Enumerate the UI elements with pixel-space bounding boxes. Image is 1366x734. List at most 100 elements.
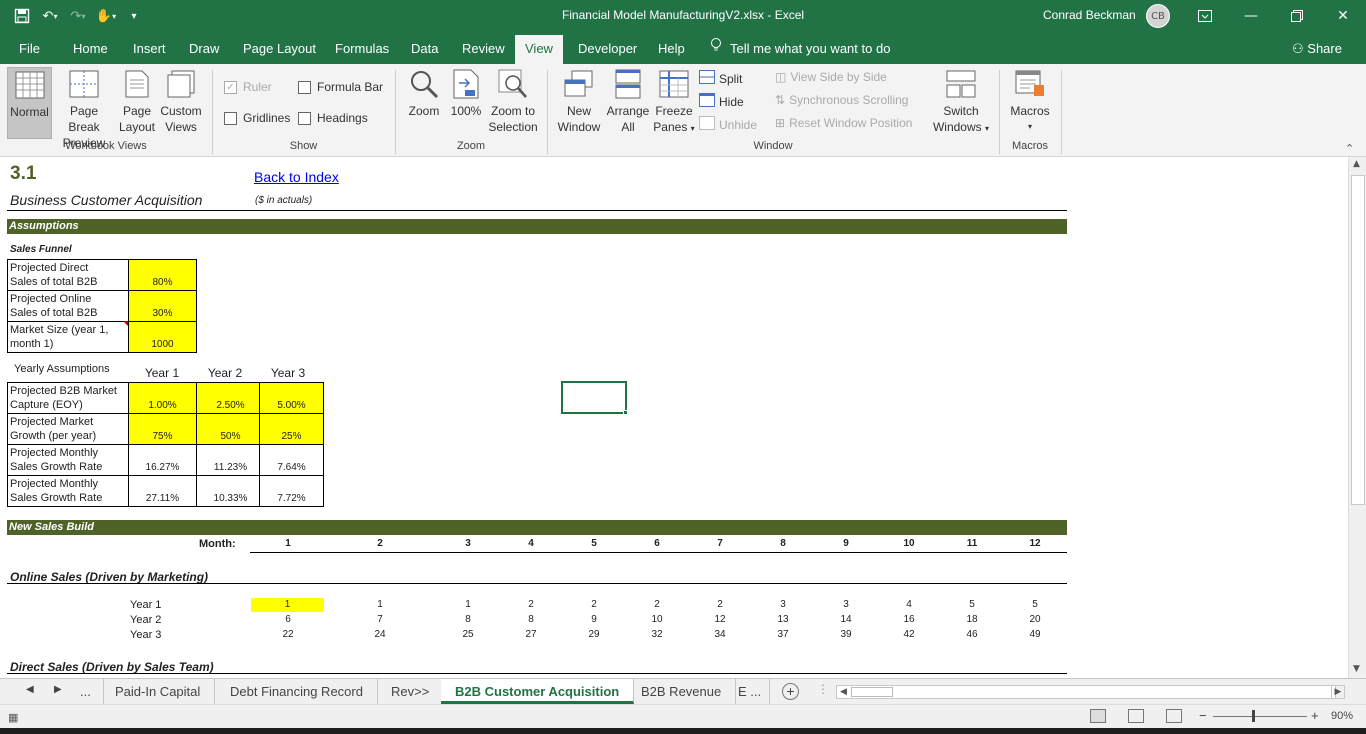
tell-me-search[interactable]: Tell me what you want to do	[710, 32, 890, 64]
yearly-value-cell[interactable]: 11.23%	[196, 444, 265, 476]
online-value-cell[interactable]: 46	[952, 629, 992, 640]
online-value-cell[interactable]: 25	[448, 629, 488, 640]
add-sheet-icon[interactable]: +	[782, 683, 799, 700]
horizontal-scroll-thumb[interactable]	[851, 687, 893, 697]
comment-indicator-icon[interactable]	[123, 321, 128, 326]
page-layout-status-icon[interactable]	[1128, 709, 1144, 723]
yearly-value-cell[interactable]: 50%	[196, 413, 265, 445]
yearly-value-cell[interactable]: 75%	[128, 413, 197, 445]
online-value-cell[interactable]: 4	[889, 599, 929, 610]
yearly-value-cell[interactable]: 10.33%	[196, 475, 265, 507]
online-value-cell[interactable]: 37	[763, 629, 803, 640]
arrange-all-button[interactable]: Arrange All	[604, 67, 652, 139]
formula-bar-checkbox[interactable]: Formula Bar	[298, 80, 383, 94]
sheet-tab[interactable]: B2B Revenue	[627, 679, 737, 704]
yearly-value-cell[interactable]: 2.50%	[196, 382, 265, 414]
online-value-cell[interactable]: 22	[268, 629, 308, 640]
tab-draw[interactable]: Draw	[179, 32, 229, 64]
hide-button[interactable]: Hide	[699, 93, 744, 110]
online-value-cell[interactable]: 24	[360, 629, 400, 640]
yearly-value-cell[interactable]: 7.64%	[259, 444, 324, 476]
macro-record-icon[interactable]: ▦	[8, 711, 18, 724]
online-value-cell[interactable]: 10	[637, 614, 677, 625]
tab-file[interactable]: File	[9, 32, 50, 64]
custom-views-button[interactable]: Custom Views	[158, 67, 204, 139]
online-value-cell[interactable]: 1	[360, 599, 400, 610]
online-value-cell[interactable]: 2	[637, 599, 677, 610]
online-value-cell[interactable]: 2	[700, 599, 740, 610]
sheet-tab[interactable]: Debt Financing Record	[216, 679, 378, 704]
funnel-label-cell[interactable]: Projected Online Sales of total B2B	[7, 290, 129, 322]
online-value-cell[interactable]: 16	[889, 614, 929, 625]
yearly-value-cell[interactable]: 25%	[259, 413, 324, 445]
online-value-cell[interactable]: 3	[826, 599, 866, 610]
yearly-label-cell[interactable]: Projected Market Growth (per year)	[7, 413, 129, 445]
online-value-cell[interactable]: 32	[637, 629, 677, 640]
tab-home[interactable]: Home	[63, 32, 118, 64]
online-value-cell[interactable]: 8	[511, 614, 551, 625]
online-value-cell[interactable]: 7	[360, 614, 400, 625]
restore-icon[interactable]	[1274, 0, 1320, 32]
collapse-ribbon-icon[interactable]: ⌃	[1345, 142, 1354, 155]
online-value-cell[interactable]: 27	[511, 629, 551, 640]
zoom-to-selection-button[interactable]: Zoom to Selection	[486, 67, 540, 139]
zoom-level[interactable]: 90%	[1331, 710, 1353, 722]
scroll-up-icon[interactable]: ▲	[1353, 159, 1360, 169]
next-sheet-icon[interactable]: ▶	[54, 684, 62, 695]
online-value-cell[interactable]: 39	[826, 629, 866, 640]
zoom-slider-thumb[interactable]	[1252, 710, 1255, 722]
zoom-button[interactable]: Zoom	[403, 67, 445, 139]
online-value-cell[interactable]: 9	[574, 614, 614, 625]
page-break-status-icon[interactable]	[1166, 709, 1182, 723]
scroll-thumb[interactable]	[1351, 175, 1365, 505]
yearly-value-cell[interactable]: 27.11%	[128, 475, 197, 507]
sheet-tab[interactable]: Rev>>	[377, 679, 445, 704]
tab-view[interactable]: View	[515, 35, 563, 64]
scroll-right-icon[interactable]: ▶	[1331, 685, 1345, 699]
avatar[interactable]: CB	[1146, 4, 1170, 28]
close-icon[interactable]: ✕	[1320, 0, 1366, 32]
synchronous-scrolling-button[interactable]: ⇅ Synchronous Scrolling	[775, 93, 908, 107]
zoom-slider[interactable]	[1213, 716, 1307, 717]
online-value-cell[interactable]: 3	[763, 599, 803, 610]
online-value-cell[interactable]: 18	[952, 614, 992, 625]
online-value-cell[interactable]: 13	[763, 614, 803, 625]
online-value-cell[interactable]: 5	[952, 599, 992, 610]
view-side-by-side-button[interactable]: ◫ View Side by Side	[775, 70, 887, 84]
reset-window-position-button[interactable]: ⊞ Reset Window Position	[775, 116, 912, 130]
online-value-cell[interactable]: 1	[448, 599, 488, 610]
online-value-cell[interactable]: 42	[889, 629, 929, 640]
online-value-cell[interactable]: 2	[511, 599, 551, 610]
funnel-value-cell[interactable]: 1000	[128, 321, 197, 353]
tab-developer[interactable]: Developer	[568, 32, 647, 64]
online-value-cell[interactable]: 20	[1015, 614, 1055, 625]
fill-handle[interactable]	[623, 410, 628, 415]
funnel-value-cell[interactable]: 30%	[128, 290, 197, 322]
tab-insert[interactable]: Insert	[123, 32, 176, 64]
online-value-cell[interactable]: 14	[826, 614, 866, 625]
online-value-cell[interactable]: 6	[268, 614, 308, 625]
zoom-in-icon[interactable]: +	[1311, 708, 1319, 723]
online-value-cell[interactable]: 12	[700, 614, 740, 625]
online-value-cell[interactable]: 1	[251, 598, 324, 612]
yearly-label-cell[interactable]: Projected B2B Market Capture (EOY)	[7, 382, 129, 414]
yearly-value-cell[interactable]: 1.00%	[128, 382, 197, 414]
active-cell-selection[interactable]	[561, 381, 627, 414]
tab-data[interactable]: Data	[401, 32, 448, 64]
sheet-tab[interactable]: Paid-In Capital	[101, 679, 216, 704]
online-value-cell[interactable]: 8	[448, 614, 488, 625]
more-sheets-button[interactable]: ...	[72, 679, 104, 704]
gridlines-checkbox[interactable]: Gridlines	[224, 111, 290, 125]
unhide-button[interactable]: Unhide	[699, 116, 757, 133]
tab-page-layout[interactable]: Page Layout	[233, 32, 326, 64]
share-button[interactable]: ⚇ Share	[1292, 32, 1342, 64]
yearly-value-cell[interactable]: 16.27%	[128, 444, 197, 476]
scroll-left-icon[interactable]: ◀	[840, 686, 847, 697]
yearly-value-cell[interactable]: 5.00%	[259, 382, 324, 414]
new-window-button[interactable]: New Window	[555, 67, 603, 139]
tab-help[interactable]: Help	[648, 32, 695, 64]
online-value-cell[interactable]: 2	[574, 599, 614, 610]
horizontal-scrollbar[interactable]: ◀	[836, 685, 1336, 699]
prev-sheet-icon[interactable]: ◀	[26, 684, 34, 695]
sheet-tab-active[interactable]: B2B Customer Acquisition	[441, 679, 635, 704]
